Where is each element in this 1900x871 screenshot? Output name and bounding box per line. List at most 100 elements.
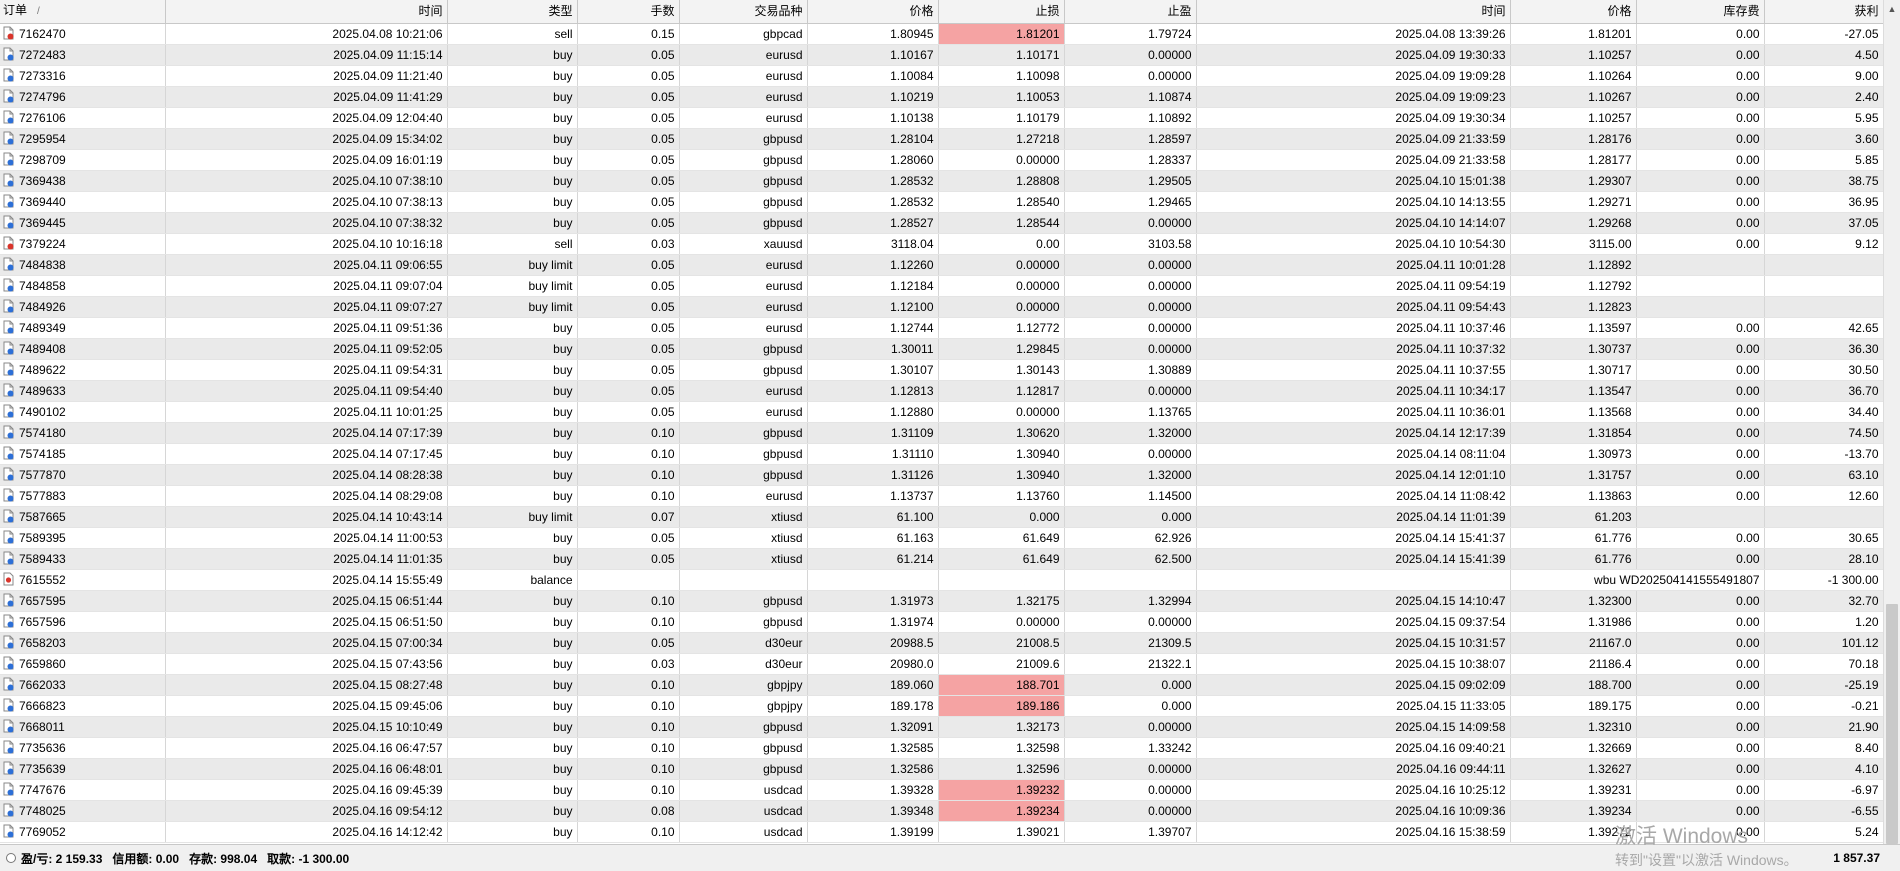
order-cell[interactable]: 7574180 (0, 422, 166, 444)
order-cell[interactable]: 7369445 (0, 212, 166, 234)
column-header-close-price[interactable]: 价格 (1510, 0, 1637, 24)
table-row[interactable]: 7658203 2025.04.15 07:00:34 buy 0.05 d30eur 2… (0, 632, 1884, 654)
order-cell[interactable]: 7589395 (0, 527, 166, 549)
order-cell[interactable]: 7735639 (0, 758, 166, 780)
table-row[interactable]: 7484858 2025.04.11 09:07:04 buy limit 0.05 e… (0, 275, 1884, 297)
order-cell[interactable]: 7484858 (0, 275, 166, 297)
table-row[interactable]: 7748025 2025.04.16 09:54:12 buy 0.08 usdcad 1… (0, 800, 1884, 822)
table-row[interactable]: 7490102 2025.04.11 10:01:25 buy 0.05 eurusd 1… (0, 401, 1884, 423)
table-row[interactable]: 7295954 2025.04.09 15:34:02 buy 0.05 gbpusd 1… (0, 128, 1884, 150)
table-row[interactable]: 7662033 2025.04.15 08:27:48 buy 0.10 gbpjpy 1… (0, 674, 1884, 696)
order-cell[interactable]: 7657596 (0, 611, 166, 633)
order-cell[interactable]: 7484926 (0, 296, 166, 318)
table-row[interactable]: 7272483 2025.04.09 11:15:14 buy 0.05 eurusd 1… (0, 44, 1884, 66)
column-header-lots[interactable]: 手数 (577, 0, 680, 24)
table-row[interactable]: 7657596 2025.04.15 06:51:50 buy 0.10 gbpusd 1… (0, 611, 1884, 633)
table-row[interactable]: 7659860 2025.04.15 07:43:56 buy 0.03 d30eur 2… (0, 653, 1884, 675)
order-cell[interactable]: 7587665 (0, 506, 166, 528)
order-cell[interactable]: 7489349 (0, 317, 166, 339)
order-cell[interactable]: 7490102 (0, 401, 166, 423)
order-cell[interactable]: 7748025 (0, 800, 166, 822)
table-row[interactable]: 7735636 2025.04.16 06:47:57 buy 0.10 gbpusd 1… (0, 737, 1884, 759)
lots-cell: 0.05 (577, 359, 680, 381)
order-cell[interactable]: 7272483 (0, 44, 166, 66)
table-row[interactable]: 7369445 2025.04.10 07:38:32 buy 0.05 gbpusd 1… (0, 212, 1884, 234)
column-header-profit[interactable]: 获利 (1764, 0, 1884, 24)
table-row[interactable]: 7274796 2025.04.09 11:41:29 buy 0.05 eurusd 1… (0, 86, 1884, 108)
column-header-symbol[interactable]: 交易品种 (679, 0, 808, 24)
column-header-take-profit[interactable]: 止盈 (1064, 0, 1197, 24)
swap-cell: 0.00 (1636, 317, 1765, 339)
table-row[interactable]: 7587665 2025.04.14 10:43:14 buy limit 0.07 x… (0, 506, 1884, 528)
table-row[interactable]: 7276106 2025.04.09 12:04:40 buy 0.05 eurusd 1… (0, 107, 1884, 129)
order-cell[interactable]: 7657595 (0, 590, 166, 612)
order-cell[interactable]: 7735636 (0, 737, 166, 759)
order-cell[interactable]: 7589433 (0, 548, 166, 570)
table-row[interactable]: 7489349 2025.04.11 09:51:36 buy 0.05 eurusd 1… (0, 317, 1884, 339)
column-header-close-time[interactable]: 时间 (1196, 0, 1511, 24)
order-cell[interactable]: 7276106 (0, 107, 166, 129)
scrollbar-thumb[interactable] (1886, 604, 1898, 844)
order-cell[interactable]: 7489622 (0, 359, 166, 381)
table-row[interactable]: 7589433 2025.04.14 11:01:35 buy 0.05 xtiusd 6… (0, 548, 1884, 570)
open-price-cell: 20988.5 (807, 632, 939, 654)
order-cell[interactable]: 7666823 (0, 695, 166, 717)
table-row[interactable]: 7489633 2025.04.11 09:54:40 buy 0.05 eurusd 1… (0, 380, 1884, 402)
table-row[interactable]: 7589395 2025.04.14 11:00:53 buy 0.05 xtiusd 6… (0, 527, 1884, 549)
buy-order-icon (3, 152, 14, 166)
order-cell[interactable]: 7615552 (0, 569, 166, 591)
table-row[interactable]: 7574185 2025.04.14 07:17:45 buy 0.10 gbpusd 1… (0, 443, 1884, 465)
order-cell[interactable]: 7369440 (0, 191, 166, 213)
close-price-cell: 1.13547 (1510, 380, 1637, 402)
table-row[interactable]: 7666823 2025.04.15 09:45:06 buy 0.10 gbpjpy 1… (0, 695, 1884, 717)
order-cell[interactable]: 7295954 (0, 128, 166, 150)
table-row[interactable]: 7657595 2025.04.15 06:51:44 buy 0.10 gbpusd 1… (0, 590, 1884, 612)
order-cell[interactable]: 7769052 (0, 821, 166, 843)
table-row[interactable]: 7574180 2025.04.14 07:17:39 buy 0.10 gbpusd 1… (0, 422, 1884, 444)
order-cell[interactable]: 7659860 (0, 653, 166, 675)
table-row[interactable]: 7484926 2025.04.11 09:07:27 buy limit 0.05 e… (0, 296, 1884, 318)
column-header-open-time[interactable]: 时间 (165, 0, 448, 24)
table-row[interactable]: 7489622 2025.04.11 09:54:31 buy 0.05 gbpusd 1… (0, 359, 1884, 381)
table-row[interactable]: 7577883 2025.04.14 08:29:08 buy 0.10 eurusd 1… (0, 485, 1884, 507)
column-header-swap[interactable]: 库存费 (1636, 0, 1765, 24)
table-row[interactable]: 7484838 2025.04.11 09:06:55 buy limit 0.05 e… (0, 254, 1884, 276)
order-cell[interactable]: 7274796 (0, 86, 166, 108)
type-cell: balance (447, 569, 578, 591)
scroll-up-arrow-icon[interactable]: ▲ (1884, 0, 1900, 17)
column-header-order[interactable]: 订单 / (0, 0, 166, 24)
order-cell[interactable]: 7662033 (0, 674, 166, 696)
order-cell[interactable]: 7489633 (0, 380, 166, 402)
open-price-cell: 1.12813 (807, 380, 939, 402)
table-row[interactable]: 7577870 2025.04.14 08:28:38 buy 0.10 gbpusd 1… (0, 464, 1884, 486)
table-row[interactable]: 7298709 2025.04.09 16:01:19 buy 0.05 gbpusd 1… (0, 149, 1884, 171)
column-header-type[interactable]: 类型 (447, 0, 578, 24)
order-cell[interactable]: 7298709 (0, 149, 166, 171)
vertical-scrollbar[interactable]: ▲ (1883, 0, 1900, 844)
table-row[interactable]: 7615552 2025.04.14 15:55:49 balance wbu WD2… (0, 569, 1884, 591)
table-row[interactable]: 7489408 2025.04.11 09:52:05 buy 0.05 gbpusd 1… (0, 338, 1884, 360)
order-cell[interactable]: 7162470 (0, 23, 166, 45)
order-cell[interactable]: 7577870 (0, 464, 166, 486)
table-row[interactable]: 7379224 2025.04.10 10:16:18 sell 0.03 xauusd… (0, 233, 1884, 255)
order-cell[interactable]: 7668011 (0, 716, 166, 738)
table-row[interactable]: 7369438 2025.04.10 07:38:10 buy 0.05 gbpusd 1… (0, 170, 1884, 192)
order-cell[interactable]: 7379224 (0, 233, 166, 255)
order-cell[interactable]: 7747676 (0, 779, 166, 801)
order-cell[interactable]: 7489408 (0, 338, 166, 360)
order-cell[interactable]: 7574185 (0, 443, 166, 465)
table-row[interactable]: 7668011 2025.04.15 10:10:49 buy 0.10 gbpusd 1… (0, 716, 1884, 738)
order-cell[interactable]: 7369438 (0, 170, 166, 192)
table-row[interactable]: 7769052 2025.04.16 14:12:42 buy 0.10 usdcad 1… (0, 821, 1884, 843)
order-cell[interactable]: 7577883 (0, 485, 166, 507)
column-header-stop-loss[interactable]: 止损 (938, 0, 1065, 24)
column-header-open-price[interactable]: 价格 (807, 0, 939, 24)
table-row[interactable]: 7747676 2025.04.16 09:45:39 buy 0.10 usdcad 1… (0, 779, 1884, 801)
table-row[interactable]: 7273316 2025.04.09 11:21:40 buy 0.05 eurusd 1… (0, 65, 1884, 87)
order-cell[interactable]: 7658203 (0, 632, 166, 654)
order-cell[interactable]: 7484838 (0, 254, 166, 276)
order-cell[interactable]: 7273316 (0, 65, 166, 87)
table-row[interactable]: 7369440 2025.04.10 07:38:13 buy 0.05 gbpusd 1… (0, 191, 1884, 213)
table-row[interactable]: 7162470 2025.04.08 10:21:06 sell 0.15 gbpcad… (0, 23, 1884, 45)
table-row[interactable]: 7735639 2025.04.16 06:48:01 buy 0.10 gbpusd 1… (0, 758, 1884, 780)
